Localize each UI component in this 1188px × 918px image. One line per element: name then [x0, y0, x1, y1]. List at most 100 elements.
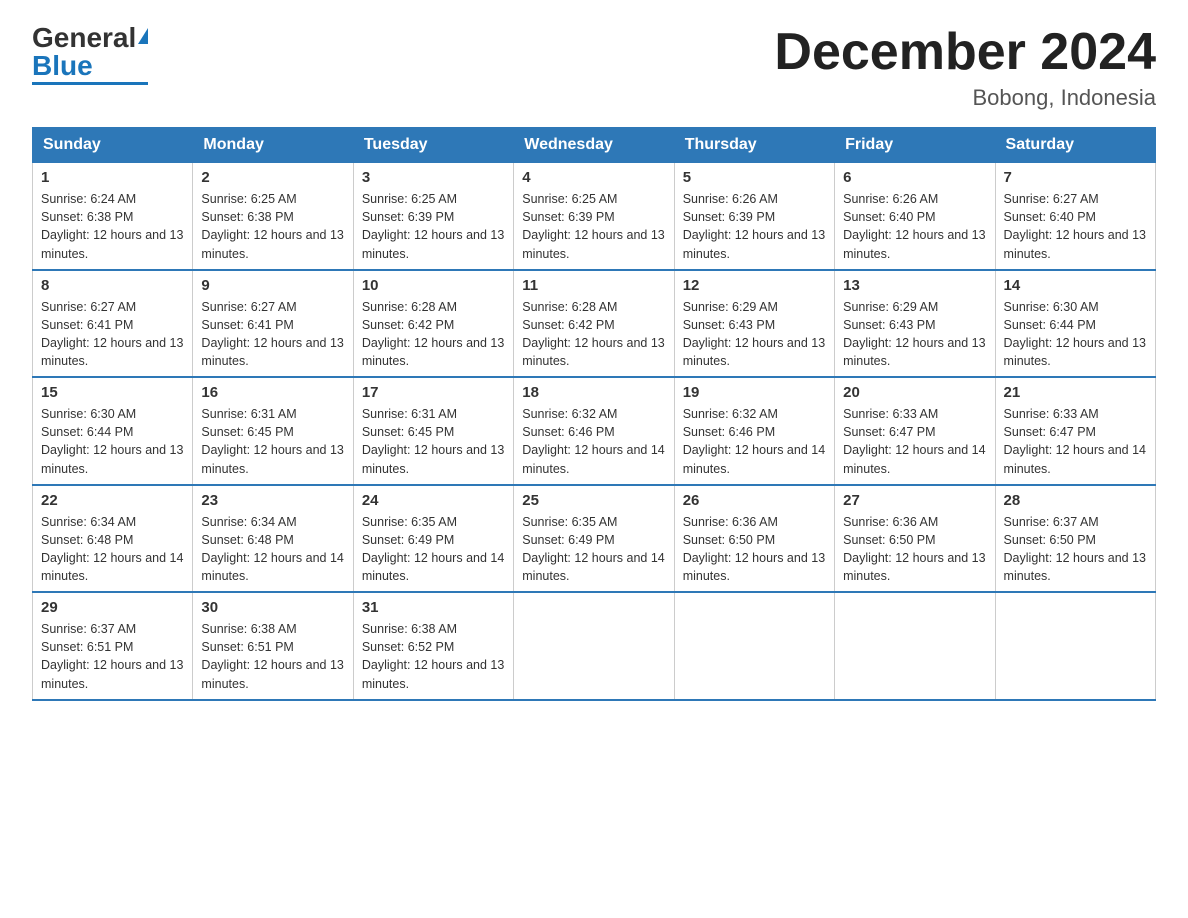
day-number: 7 [1004, 169, 1147, 186]
calendar-cell: 29Sunrise: 6:37 AMSunset: 6:51 PMDayligh… [33, 592, 193, 700]
day-number: 10 [362, 277, 505, 294]
calendar-cell: 8 Sunrise: 6:27 AMSunset: 6:41 PMDaylight… [33, 270, 193, 378]
calendar-cell: 3 Sunrise: 6:25 AMSunset: 6:39 PMDaylight… [353, 163, 513, 270]
day-number: 8 [41, 277, 184, 294]
day-info: Sunrise: 6:29 AMSunset: 6:43 PMDaylight:… [683, 300, 825, 368]
day-number: 6 [843, 169, 986, 186]
day-info: Sunrise: 6:33 AMSunset: 6:47 PMDaylight:… [1004, 407, 1146, 475]
page-header: General Blue December 2024 Bobong, Indon… [32, 24, 1156, 111]
day-info: Sunrise: 6:28 AMSunset: 6:42 PMDaylight:… [362, 300, 504, 368]
logo-blue-text: Blue [32, 52, 93, 80]
day-info: Sunrise: 6:25 AMSunset: 6:39 PMDaylight:… [362, 192, 504, 260]
day-info: Sunrise: 6:25 AMSunset: 6:38 PMDaylight:… [201, 192, 343, 260]
day-info: Sunrise: 6:34 AMSunset: 6:48 PMDaylight:… [201, 515, 343, 583]
calendar-cell: 2 Sunrise: 6:25 AMSunset: 6:38 PMDaylight… [193, 163, 353, 270]
day-number: 5 [683, 169, 826, 186]
day-number: 17 [362, 384, 505, 401]
day-number: 30 [201, 599, 344, 616]
day-info: Sunrise: 6:31 AMSunset: 6:45 PMDaylight:… [362, 407, 504, 475]
calendar-cell: 26 Sunrise: 6:36 AMSunset: 6:50 PMDayligh… [674, 485, 834, 593]
col-wednesday: Wednesday [514, 128, 674, 163]
calendar-week-row: 29Sunrise: 6:37 AMSunset: 6:51 PMDayligh… [33, 592, 1156, 700]
day-info: Sunrise: 6:34 AMSunset: 6:48 PMDaylight:… [41, 515, 183, 583]
day-info: Sunrise: 6:38 AMSunset: 6:51 PMDaylight:… [201, 622, 343, 690]
day-info: Sunrise: 6:35 AMSunset: 6:49 PMDaylight:… [362, 515, 504, 583]
calendar-cell: 13 Sunrise: 6:29 AMSunset: 6:43 PMDayligh… [835, 270, 995, 378]
day-number: 15 [41, 384, 184, 401]
day-info: Sunrise: 6:33 AMSunset: 6:47 PMDaylight:… [843, 407, 985, 475]
col-monday: Monday [193, 128, 353, 163]
calendar-cell: 14Sunrise: 6:30 AMSunset: 6:44 PMDayligh… [995, 270, 1155, 378]
calendar-cell: 17 Sunrise: 6:31 AMSunset: 6:45 PMDayligh… [353, 377, 513, 485]
day-number: 31 [362, 599, 505, 616]
calendar-subtitle: Bobong, Indonesia [774, 85, 1156, 111]
day-number: 21 [1004, 384, 1147, 401]
calendar-cell: 10 Sunrise: 6:28 AMSunset: 6:42 PMDayligh… [353, 270, 513, 378]
day-info: Sunrise: 6:35 AMSunset: 6:49 PMDaylight:… [522, 515, 664, 583]
col-thursday: Thursday [674, 128, 834, 163]
calendar-table: Sunday Monday Tuesday Wednesday Thursday… [32, 127, 1156, 701]
calendar-cell: 9 Sunrise: 6:27 AMSunset: 6:41 PMDaylight… [193, 270, 353, 378]
col-tuesday: Tuesday [353, 128, 513, 163]
day-info: Sunrise: 6:30 AMSunset: 6:44 PMDaylight:… [41, 407, 183, 475]
day-number: 26 [683, 492, 826, 509]
calendar-cell: 6Sunrise: 6:26 AMSunset: 6:40 PMDaylight… [835, 163, 995, 270]
day-number: 19 [683, 384, 826, 401]
calendar-cell: 18 Sunrise: 6:32 AMSunset: 6:46 PMDayligh… [514, 377, 674, 485]
day-info: Sunrise: 6:32 AMSunset: 6:46 PMDaylight:… [522, 407, 664, 475]
logo-general-text: General [32, 24, 136, 52]
calendar-week-row: 8 Sunrise: 6:27 AMSunset: 6:41 PMDaylight… [33, 270, 1156, 378]
day-info: Sunrise: 6:37 AMSunset: 6:51 PMDaylight:… [41, 622, 183, 690]
day-info: Sunrise: 6:36 AMSunset: 6:50 PMDaylight:… [843, 515, 985, 583]
calendar-cell: 5 Sunrise: 6:26 AMSunset: 6:39 PMDaylight… [674, 163, 834, 270]
calendar-cell: 28Sunrise: 6:37 AMSunset: 6:50 PMDayligh… [995, 485, 1155, 593]
calendar-week-row: 15 Sunrise: 6:30 AMSunset: 6:44 PMDayligh… [33, 377, 1156, 485]
day-number: 9 [201, 277, 344, 294]
day-info: Sunrise: 6:27 AMSunset: 6:40 PMDaylight:… [1004, 192, 1146, 260]
day-number: 3 [362, 169, 505, 186]
day-info: Sunrise: 6:28 AMSunset: 6:42 PMDaylight:… [522, 300, 664, 368]
day-number: 24 [362, 492, 505, 509]
col-friday: Friday [835, 128, 995, 163]
day-info: Sunrise: 6:29 AMSunset: 6:43 PMDaylight:… [843, 300, 985, 368]
day-info: Sunrise: 6:24 AMSunset: 6:38 PMDaylight:… [41, 192, 183, 260]
logo-underline [32, 82, 148, 85]
calendar-cell: 22 Sunrise: 6:34 AMSunset: 6:48 PMDayligh… [33, 485, 193, 593]
day-number: 2 [201, 169, 344, 186]
day-info: Sunrise: 6:36 AMSunset: 6:50 PMDaylight:… [683, 515, 825, 583]
calendar-cell: 16 Sunrise: 6:31 AMSunset: 6:45 PMDayligh… [193, 377, 353, 485]
day-number: 22 [41, 492, 184, 509]
logo-triangle-icon [138, 28, 148, 44]
day-number: 20 [843, 384, 986, 401]
calendar-header-row: Sunday Monday Tuesday Wednesday Thursday… [33, 128, 1156, 163]
calendar-cell: 21 Sunrise: 6:33 AMSunset: 6:47 PMDayligh… [995, 377, 1155, 485]
calendar-cell: 24 Sunrise: 6:35 AMSunset: 6:49 PMDayligh… [353, 485, 513, 593]
day-number: 12 [683, 277, 826, 294]
day-number: 11 [522, 277, 665, 294]
col-sunday: Sunday [33, 128, 193, 163]
day-number: 18 [522, 384, 665, 401]
calendar-cell: 20 Sunrise: 6:33 AMSunset: 6:47 PMDayligh… [835, 377, 995, 485]
title-section: December 2024 Bobong, Indonesia [774, 24, 1156, 111]
day-number: 27 [843, 492, 986, 509]
calendar-cell: 27 Sunrise: 6:36 AMSunset: 6:50 PMDayligh… [835, 485, 995, 593]
calendar-cell: 15 Sunrise: 6:30 AMSunset: 6:44 PMDayligh… [33, 377, 193, 485]
day-info: Sunrise: 6:26 AMSunset: 6:39 PMDaylight:… [683, 192, 825, 260]
day-info: Sunrise: 6:27 AMSunset: 6:41 PMDaylight:… [41, 300, 183, 368]
calendar-week-row: 1 Sunrise: 6:24 AMSunset: 6:38 PMDaylight… [33, 163, 1156, 270]
calendar-cell [514, 592, 674, 700]
calendar-cell [995, 592, 1155, 700]
day-info: Sunrise: 6:25 AMSunset: 6:39 PMDaylight:… [522, 192, 664, 260]
day-number: 4 [522, 169, 665, 186]
day-info: Sunrise: 6:31 AMSunset: 6:45 PMDaylight:… [201, 407, 343, 475]
calendar-cell: 12 Sunrise: 6:29 AMSunset: 6:43 PMDayligh… [674, 270, 834, 378]
calendar-cell: 19 Sunrise: 6:32 AMSunset: 6:46 PMDayligh… [674, 377, 834, 485]
day-number: 13 [843, 277, 986, 294]
day-info: Sunrise: 6:32 AMSunset: 6:46 PMDaylight:… [683, 407, 825, 475]
calendar-cell: 4 Sunrise: 6:25 AMSunset: 6:39 PMDaylight… [514, 163, 674, 270]
day-number: 1 [41, 169, 184, 186]
day-number: 16 [201, 384, 344, 401]
day-info: Sunrise: 6:27 AMSunset: 6:41 PMDaylight:… [201, 300, 343, 368]
day-number: 14 [1004, 277, 1147, 294]
day-number: 23 [201, 492, 344, 509]
